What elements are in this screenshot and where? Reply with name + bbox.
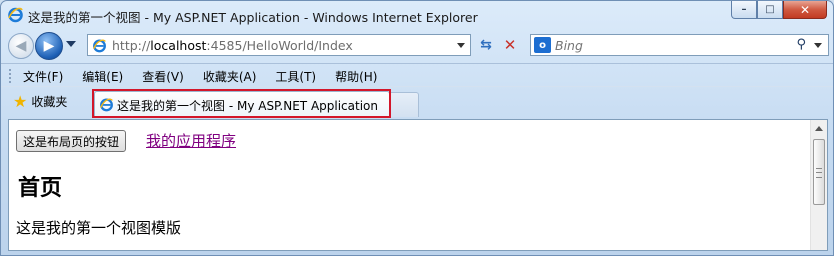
close-button[interactable]: ✕	[783, 1, 827, 19]
scroll-up-icon[interactable]	[815, 126, 823, 131]
maximize-icon: □	[765, 3, 775, 15]
window-title: 这是我的第一个视图 - My ASP.NET Application - Win…	[28, 10, 478, 25]
menu-item-view[interactable]: 查看(V)	[138, 68, 188, 85]
back-button[interactable]: ◀	[8, 33, 34, 59]
toolbar-grip[interactable]	[9, 69, 13, 83]
window-controls: – □ ✕	[731, 1, 827, 19]
minimize-button[interactable]: –	[731, 1, 757, 19]
url-scheme: http://	[112, 38, 151, 53]
forward-button[interactable]: ▶	[35, 32, 63, 60]
maximize-button[interactable]: □	[757, 1, 783, 19]
stop-icon: ✕	[503, 36, 517, 54]
scroll-thumb[interactable]	[813, 139, 825, 205]
vertical-scrollbar[interactable]	[810, 120, 827, 250]
close-icon: ✕	[799, 2, 811, 17]
app-link[interactable]: 我的应用程序	[146, 130, 236, 151]
browser-window: 这是我的第一个视图 - My ASP.NET Application - Win…	[0, 0, 834, 256]
page-heading: 首页	[18, 175, 63, 201]
search-input[interactable]	[555, 37, 785, 53]
new-tab-button[interactable]	[391, 92, 419, 117]
tab-bar: ★ 收藏夹 这是我的第一个视图 - My ASP.NET Application	[1, 87, 833, 119]
address-bar[interactable]: http://localhost:4585/HelloWorld/Index	[87, 34, 471, 56]
favorites-label: 收藏夹	[31, 95, 68, 109]
page-content: 这是布局页的按钮 我的应用程序 首页 这是我的第一个视图模版	[8, 119, 828, 251]
url-host: localhost	[150, 38, 207, 53]
search-options-dropdown[interactable]	[814, 43, 822, 48]
menu-bar: 文件(F) 编辑(E) 查看(V) 收藏夹(A) 工具(T) 帮助(H)	[1, 63, 833, 87]
grip-icon	[816, 168, 822, 178]
title-bar: 这是我的第一个视图 - My ASP.NET Application - Win…	[1, 1, 833, 29]
page-icon	[93, 39, 106, 53]
address-dropdown[interactable]	[457, 43, 465, 48]
search-box[interactable]: o ⚲	[530, 34, 829, 56]
menu-item-file[interactable]: 文件(F)	[19, 68, 67, 85]
menu-item-help[interactable]: 帮助(H)	[331, 68, 381, 85]
recent-pages-dropdown[interactable]	[66, 41, 76, 47]
ie-icon	[8, 7, 23, 23]
outlook-icon: o	[534, 37, 551, 53]
minimize-icon: –	[741, 3, 747, 15]
star-icon: ★	[13, 91, 28, 111]
refresh-icon: ⇆	[480, 37, 492, 53]
search-icon[interactable]: ⚲	[796, 37, 806, 52]
url-path: :4585/HelloWorld/Index	[206, 38, 353, 53]
address-url[interactable]: http://localhost:4585/HelloWorld/Index	[112, 38, 353, 53]
menu-items: 文件(F) 编辑(E) 查看(V) 收藏夹(A) 工具(T) 帮助(H)	[19, 68, 392, 85]
ie-tab-icon	[100, 98, 113, 112]
menu-item-edit[interactable]: 编辑(E)	[78, 68, 127, 85]
favorites-button[interactable]: ★ 收藏夹	[13, 93, 67, 110]
tab-active[interactable]: 这是我的第一个视图 - My ASP.NET Application	[94, 91, 390, 117]
forward-arrow-icon: ▶	[43, 38, 55, 54]
layout-button[interactable]: 这是布局页的按钮	[16, 130, 127, 152]
page-body-text: 这是我的第一个视图模版	[16, 219, 182, 237]
menu-item-favorites[interactable]: 收藏夹(A)	[199, 68, 261, 85]
navigation-bar: ◀ ▶ http://localhost:4585/HelloWorld/Ind…	[1, 30, 833, 62]
tab-label: 这是我的第一个视图 - My ASP.NET Application	[117, 99, 378, 113]
stop-button[interactable]: ✕	[499, 35, 521, 55]
menu-item-tools[interactable]: 工具(T)	[271, 68, 320, 85]
back-arrow-icon: ◀	[15, 38, 27, 54]
refresh-button[interactable]: ⇆	[475, 35, 497, 55]
